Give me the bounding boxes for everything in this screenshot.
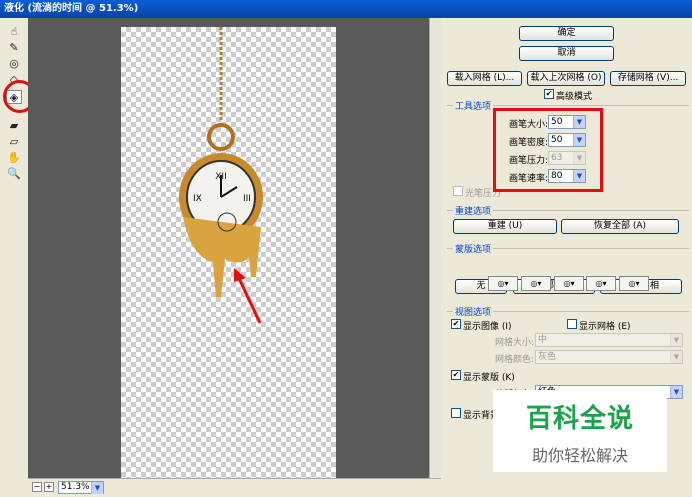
advanced-mode-label: 高级模式	[556, 92, 593, 102]
reconstruct-button[interactable]: 重建 (U)	[453, 219, 557, 234]
red-arrow	[234, 268, 262, 324]
thaw-mask-icon[interactable]: ▱	[6, 134, 22, 148]
cancel-button[interactable]: 取消	[519, 46, 614, 61]
forward-warp-icon[interactable]: ☝	[6, 24, 22, 38]
load-last-mesh-button[interactable]: 载入上次网格 (O)	[527, 71, 605, 86]
show-image-label: 显示图像 (I)	[463, 322, 512, 332]
view-options-title: 视图选项	[453, 305, 494, 318]
chevron-down-icon: ▼	[670, 334, 682, 346]
reconstruct-title: 重建选项	[453, 204, 494, 217]
watermark: 百科全说 助你轻松解决	[493, 390, 667, 472]
tool-options-title: 工具选项	[453, 99, 494, 112]
mask-subtract-icon[interactable]: ◎▾	[554, 276, 584, 291]
svg-text:III: III	[243, 194, 251, 204]
brush-options-highlight	[493, 108, 603, 192]
mask-invert-icon[interactable]: ◎▾	[619, 276, 649, 291]
transparent-canvas[interactable]: XII IX III	[121, 27, 336, 478]
pocket-watch-image: XII IX III	[179, 27, 263, 297]
mask-replace-icon[interactable]: ◎▾	[488, 276, 518, 291]
reconstruct-group: 重建选项 重建 (U) 恢复全部 (A)	[447, 204, 689, 240]
ok-button[interactable]: 确定	[519, 26, 614, 41]
chevron-down-icon[interactable]: ▼	[670, 386, 682, 398]
save-mesh-button[interactable]: 存储网格 (V)...	[610, 71, 686, 86]
vertical-scrollbar[interactable]	[429, 18, 441, 478]
zoom-out-button[interactable]: −	[32, 482, 42, 492]
show-mesh-checkbox[interactable]	[567, 319, 577, 329]
show-mask-label: 显示蒙版 (K)	[463, 373, 515, 383]
window-title: 液化 (流淌的时间 @ 51.3%)	[0, 0, 692, 18]
mesh-color-label: 网格颜色:	[495, 355, 535, 365]
mask-options-group: 蒙版选项 无 全部蒙住 全部反相	[447, 242, 689, 300]
svg-text:IX: IX	[193, 194, 202, 204]
show-mask-checkbox[interactable]: ✔	[451, 370, 461, 380]
mesh-size-select: 中 ▼	[535, 333, 683, 347]
reconstruct-icon[interactable]: ✎	[6, 40, 22, 54]
show-mesh-label: 显示网格 (E)	[579, 322, 631, 332]
freeze-mask-icon[interactable]: ▰	[6, 118, 22, 132]
restore-all-button[interactable]: 恢复全部 (A)	[561, 219, 679, 234]
twirl-icon[interactable]: ◎	[6, 56, 22, 70]
mesh-color-select: 灰色 ▼	[535, 350, 683, 364]
mesh-size-label: 网格大小:	[495, 338, 535, 348]
hand-icon[interactable]: ✋	[6, 150, 22, 164]
mask-add-icon[interactable]: ◎▾	[521, 276, 551, 291]
show-backdrop-checkbox[interactable]	[451, 408, 461, 418]
stylus-pressure-checkbox	[453, 186, 463, 196]
load-mesh-button[interactable]: 载入网格 (L)...	[447, 71, 522, 86]
zoom-select[interactable]: 51.3% ▼	[58, 481, 104, 494]
chevron-down-icon: ▼	[670, 351, 682, 363]
mask-options-title: 蒙版选项	[453, 242, 494, 255]
advanced-mode-checkbox[interactable]: ✔	[544, 89, 554, 99]
watermark-subtitle: 助你轻松解决	[531, 446, 628, 465]
chevron-down-icon: ▼	[91, 482, 103, 494]
show-image-checkbox[interactable]: ✔	[451, 319, 461, 329]
mesh-color-value: 灰色	[538, 352, 557, 362]
mesh-size-value: 中	[538, 335, 548, 345]
status-bar: − + 51.3% ▼	[28, 478, 441, 497]
zoom-value: 51.3%	[61, 482, 90, 492]
zoom-icon[interactable]: 🔍	[6, 166, 22, 180]
mask-intersect-icon[interactable]: ◎▾	[586, 276, 616, 291]
zoom-in-button[interactable]: +	[44, 482, 54, 492]
watermark-title: 百科全说	[525, 404, 634, 434]
